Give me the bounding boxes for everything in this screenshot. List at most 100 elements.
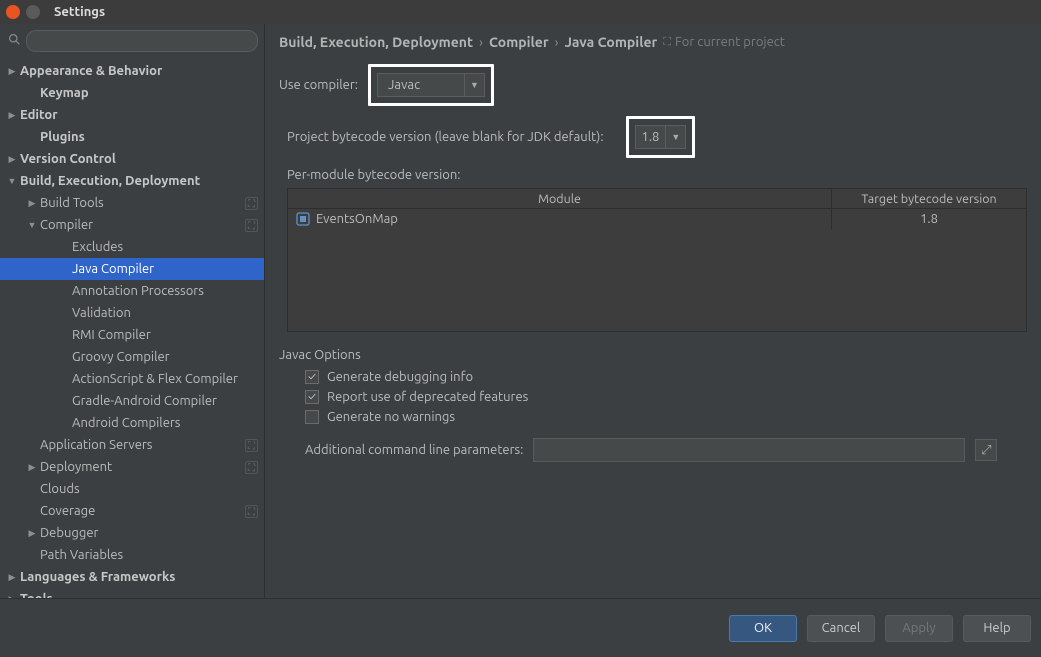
additional-params-input[interactable] xyxy=(533,438,965,462)
checkbox-label: Generate no warnings xyxy=(327,410,455,424)
apply-button[interactable]: Apply xyxy=(885,615,953,642)
use-compiler-value: Javac xyxy=(378,78,464,92)
checkbox-icon[interactable] xyxy=(305,390,319,404)
sidebar-item[interactable]: ▶Appearance & Behavior xyxy=(0,60,264,82)
project-badge-icon: ⛶ xyxy=(245,461,258,474)
breadcrumb: Build, Execution, Deployment › Compiler … xyxy=(279,34,1027,50)
module-icon xyxy=(296,212,310,226)
project-bytecode-dropdown[interactable]: 1.8 ▼ xyxy=(635,125,687,149)
sidebar-item[interactable]: Clouds xyxy=(0,478,264,500)
sidebar-item[interactable]: Plugins xyxy=(0,126,264,148)
sidebar-item[interactable]: Coverage ⛶ xyxy=(0,500,264,522)
sidebar-item[interactable]: Validation xyxy=(0,302,264,324)
sidebar-item-label: Coverage xyxy=(40,504,95,518)
chevron-down-icon: ▼ xyxy=(665,126,685,148)
chevron-down-icon: ▼ xyxy=(6,176,18,186)
table-row[interactable]: EventsOnMap xyxy=(288,209,832,229)
checkbox-row[interactable]: Generate no warnings xyxy=(305,410,1027,424)
close-icon[interactable] xyxy=(6,5,20,19)
chevron-right-icon: ▶ xyxy=(6,154,18,165)
sidebar-item-label: Keymap xyxy=(40,86,89,100)
project-bytecode-value: 1.8 xyxy=(636,130,666,144)
checkbox-label: Generate debugging info xyxy=(327,370,473,384)
sidebar-item[interactable]: ▶Editor xyxy=(0,104,264,126)
chevron-right-icon: ▶ xyxy=(26,528,38,539)
sidebar-item-label: Deployment xyxy=(40,460,112,474)
sidebar-item-label: RMI Compiler xyxy=(72,328,151,342)
project-scope-label: For current project xyxy=(675,35,785,49)
column-module[interactable]: Module xyxy=(288,189,832,209)
chevron-right-icon: › xyxy=(555,34,559,50)
help-button[interactable]: Help xyxy=(963,615,1031,642)
sidebar-item-label: Build, Execution, Deployment xyxy=(20,174,200,188)
sidebar-item[interactable]: ▶Debugger xyxy=(0,522,264,544)
search-icon xyxy=(6,33,22,49)
button-bar: OK Cancel Apply Help xyxy=(0,598,1041,657)
sidebar-item-label: Editor xyxy=(20,108,58,122)
ok-button[interactable]: OK xyxy=(729,615,797,642)
checkbox-row[interactable]: Report use of deprecated features xyxy=(305,390,1027,404)
project-badge-icon: ⛶ xyxy=(245,505,258,518)
sidebar-item[interactable]: Path Variables xyxy=(0,544,264,566)
sidebar-item[interactable]: ▼Compiler ⛶ xyxy=(0,214,264,236)
project-badge-icon: ⛶ xyxy=(245,219,258,232)
chevron-right-icon: ▶ xyxy=(6,110,18,121)
sidebar: ▶Appearance & BehaviorKeymap▶EditorPlugi… xyxy=(0,24,265,598)
project-scope-icon: ⛶ xyxy=(663,36,671,49)
sidebar-item[interactable]: ▶Version Control xyxy=(0,148,264,170)
sidebar-item[interactable]: Excludes xyxy=(0,236,264,258)
column-target[interactable]: Target bytecode version xyxy=(832,189,1026,209)
sidebar-item[interactable]: Android Compilers xyxy=(0,412,264,434)
per-module-label: Per-module bytecode version: xyxy=(287,168,1027,182)
sidebar-item[interactable]: ▶Languages & Frameworks xyxy=(0,566,264,588)
sidebar-item-label: Plugins xyxy=(40,130,85,144)
sidebar-item[interactable]: ▶Build Tools⛶ xyxy=(0,192,264,214)
chevron-right-icon: › xyxy=(479,34,483,50)
sidebar-item-label: Java Compiler xyxy=(72,262,154,276)
sidebar-item-label: Compiler xyxy=(40,218,93,232)
sidebar-item[interactable]: Keymap xyxy=(0,82,264,104)
sidebar-item[interactable]: ▶Tools xyxy=(0,588,264,598)
chevron-right-icon: ▶ xyxy=(6,572,18,583)
search-input[interactable] xyxy=(26,30,258,52)
checkbox-row[interactable]: Generate debugging info xyxy=(305,370,1027,384)
sidebar-item-label: Path Variables xyxy=(40,548,123,562)
checkbox-icon[interactable] xyxy=(305,410,319,424)
chevron-right-icon: ▶ xyxy=(6,66,18,77)
sidebar-item-label: Clouds xyxy=(40,482,80,496)
breadcrumb-part[interactable]: Build, Execution, Deployment xyxy=(279,34,473,50)
sidebar-item[interactable]: RMI Compiler xyxy=(0,324,264,346)
sidebar-item[interactable]: Groovy Compiler xyxy=(0,346,264,368)
main-panel: Build, Execution, Deployment › Compiler … xyxy=(265,24,1041,598)
minimize-icon[interactable] xyxy=(26,5,40,19)
sidebar-item-label: Appearance & Behavior xyxy=(20,64,162,78)
sidebar-item[interactable]: ▶Deployment⛶ xyxy=(0,456,264,478)
titlebar: Settings xyxy=(0,0,1041,24)
project-badge-icon: ⛶ xyxy=(245,439,258,452)
project-bytecode-label: Project bytecode version (leave blank fo… xyxy=(287,130,604,144)
use-compiler-dropdown[interactable]: Javac ▼ xyxy=(377,73,485,97)
chevron-down-icon: ▼ xyxy=(464,74,484,96)
sidebar-item[interactable]: Java Compiler xyxy=(0,258,264,280)
module-table: Module EventsOnMap Target bytecode versi… xyxy=(287,188,1027,332)
window-title: Settings xyxy=(54,5,105,19)
module-target-value[interactable]: 1.8 xyxy=(832,209,1026,229)
javac-options-header: Javac Options xyxy=(279,348,1027,362)
chevron-down-icon: ▼ xyxy=(26,220,38,230)
sidebar-item[interactable]: ActionScript & Flex Compiler xyxy=(0,368,264,390)
cancel-button[interactable]: Cancel xyxy=(807,615,875,642)
sidebar-item[interactable]: Annotation Processors xyxy=(0,280,264,302)
sidebar-item[interactable]: Gradle-Android Compiler xyxy=(0,390,264,412)
sidebar-item[interactable]: Application Servers⛶ xyxy=(0,434,264,456)
sidebar-item-label: Validation xyxy=(72,306,131,320)
breadcrumb-part[interactable]: Compiler xyxy=(489,34,549,50)
expand-icon[interactable]: ⤢ xyxy=(975,439,997,461)
sidebar-item-label: Groovy Compiler xyxy=(72,350,170,364)
sidebar-item-label: Debugger xyxy=(40,526,98,540)
sidebar-item-label: Build Tools xyxy=(40,196,104,210)
checkbox-label: Report use of deprecated features xyxy=(327,390,528,404)
checkbox-icon[interactable] xyxy=(305,370,319,384)
sidebar-item[interactable]: ▼Build, Execution, Deployment xyxy=(0,170,264,192)
settings-tree: ▶Appearance & BehaviorKeymap▶EditorPlugi… xyxy=(0,58,264,598)
sidebar-item-label: ActionScript & Flex Compiler xyxy=(72,372,238,386)
